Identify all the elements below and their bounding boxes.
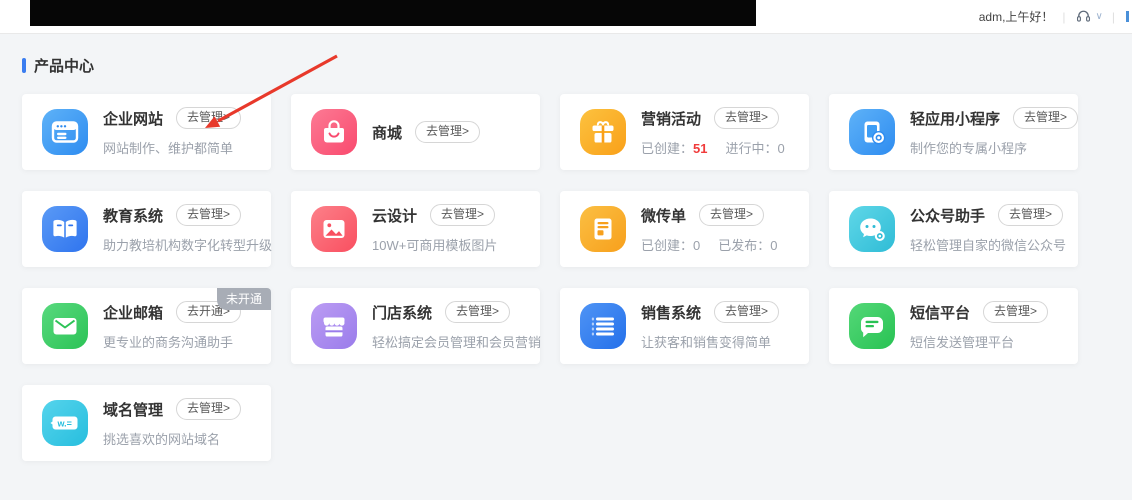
product-title: 商城 — [372, 122, 402, 143]
product-title: 教育系统 — [103, 205, 163, 226]
manage-button[interactable]: 去管理> — [714, 107, 779, 128]
not-activated-badge: 未开通 — [217, 288, 271, 310]
open-book-icon — [42, 206, 88, 252]
published-count: 0 — [770, 238, 777, 253]
card-store-system[interactable]: 门店系统 去管理> 轻松搞定会员管理和会员营销 — [291, 288, 540, 364]
product-title: 轻应用小程序 — [910, 108, 1000, 129]
product-center-page: adm,上午好！ | ∨ | 产品中心 — [0, 0, 1132, 500]
product-card-grid: 企业网站 去管理> 网站制作、维护都简单 商城 去管理> — [22, 94, 1078, 461]
list-lines-icon — [580, 303, 626, 349]
product-title: 域名管理 — [103, 399, 163, 420]
manage-button[interactable]: 去管理> — [699, 204, 764, 225]
manage-button[interactable]: 去管理> — [176, 398, 241, 419]
clipped-text-fragment — [1126, 11, 1129, 22]
flyer-document-icon — [580, 206, 626, 252]
section-header: 产品中心 — [22, 55, 94, 76]
topbar-divider: | — [1112, 10, 1115, 24]
manage-button[interactable]: 去管理> — [430, 204, 495, 225]
section-marker — [22, 58, 26, 73]
product-subtitle: 10W+可商用模板图片 — [372, 235, 497, 254]
manage-button[interactable]: 去管理> — [1013, 107, 1078, 128]
product-title: 公众号助手 — [910, 205, 985, 226]
card-education[interactable]: 教育系统 去管理> 助力教培机构数字化转型升级 — [22, 191, 271, 267]
manage-button[interactable]: 去管理> — [714, 301, 779, 322]
card-enterprise-mail[interactable]: 未开通 企业邮箱 去开通> 更专业的商务沟通助手 — [22, 288, 271, 364]
product-subtitle: 短信发送管理平台 — [910, 332, 1048, 351]
product-stats: 已创建：0已发布：0 — [641, 235, 778, 254]
card-micro-flyer[interactable]: 微传单 去管理> 已创建：0已发布：0 — [560, 191, 809, 267]
mini-program-phone-icon — [849, 109, 895, 155]
product-subtitle: 轻松搞定会员管理和会员营销 — [372, 332, 540, 351]
card-sms-platform[interactable]: 短信平台 去管理> 短信发送管理平台 — [829, 288, 1078, 364]
website-browser-icon — [42, 109, 88, 155]
manage-button[interactable]: 去管理> — [176, 204, 241, 225]
manage-button[interactable]: 去管理> — [176, 107, 241, 128]
manage-button[interactable]: 去管理> — [415, 121, 480, 142]
product-title: 云设计 — [372, 205, 417, 226]
svg-text:w.=: w.= — [57, 418, 72, 428]
wechat-assistant-icon — [849, 206, 895, 252]
product-title: 营销活动 — [641, 108, 701, 129]
headset-icon — [1075, 7, 1092, 27]
product-title: 微传单 — [641, 205, 686, 226]
manage-button[interactable]: 去管理> — [983, 301, 1048, 322]
storefront-icon — [311, 303, 357, 349]
topbar-divider: | — [1062, 10, 1065, 24]
support-menu[interactable]: ∨ — [1075, 7, 1103, 27]
manage-button[interactable]: 去管理> — [998, 204, 1063, 225]
card-mini-program[interactable]: 轻应用小程序 去管理> 制作您的专属小程序 — [829, 94, 1078, 170]
card-cloud-design[interactable]: 云设计 去管理> 10W+可商用模板图片 — [291, 191, 540, 267]
card-official-account[interactable]: 公众号助手 去管理> 轻松管理自家的微信公众号 — [829, 191, 1078, 267]
user-greeting: adm,上午好！ — [979, 8, 1054, 25]
sms-bubble-icon — [849, 303, 895, 349]
chevron-down-icon: ∨ — [1096, 11, 1103, 22]
card-mall[interactable]: 商城 去管理> — [291, 94, 540, 170]
created-count: 0 — [693, 238, 700, 253]
product-title: 企业网站 — [103, 108, 163, 129]
product-subtitle: 制作您的专属小程序 — [910, 138, 1078, 157]
product-title: 短信平台 — [910, 302, 970, 323]
card-sales-system[interactable]: 销售系统 去管理> 让获客和销售变得简单 — [560, 288, 809, 364]
product-subtitle: 助力教培机构数字化转型升级 — [103, 235, 271, 254]
card-enterprise-website[interactable]: 企业网站 去管理> 网站制作、维护都简单 — [22, 94, 271, 170]
gift-icon — [580, 109, 626, 155]
domain-tag-icon: w.= — [42, 400, 88, 446]
envelope-icon — [42, 303, 88, 349]
product-subtitle: 挑选喜欢的网站域名 — [103, 429, 241, 448]
manage-button[interactable]: 去管理> — [445, 301, 510, 322]
card-domain-management[interactable]: w.= 域名管理 去管理> 挑选喜欢的网站域名 — [22, 385, 271, 461]
product-title: 企业邮箱 — [103, 302, 163, 323]
page-title: 产品中心 — [34, 55, 94, 76]
shopping-bag-icon — [311, 109, 357, 155]
redacted-logo-bar — [30, 0, 756, 26]
product-subtitle: 更专业的商务沟通助手 — [103, 332, 241, 351]
created-count: 51 — [693, 141, 707, 156]
picture-icon — [311, 206, 357, 252]
product-subtitle: 网站制作、维护都简单 — [103, 138, 241, 157]
running-count: 0 — [778, 141, 785, 156]
card-marketing[interactable]: 营销活动 去管理> 已创建：51进行中：0 — [560, 94, 809, 170]
product-subtitle: 让获客和销售变得简单 — [641, 332, 779, 351]
product-stats: 已创建：51进行中：0 — [641, 138, 785, 157]
product-title: 销售系统 — [641, 302, 701, 323]
product-subtitle: 轻松管理自家的微信公众号 — [910, 235, 1066, 254]
product-title: 门店系统 — [372, 302, 432, 323]
